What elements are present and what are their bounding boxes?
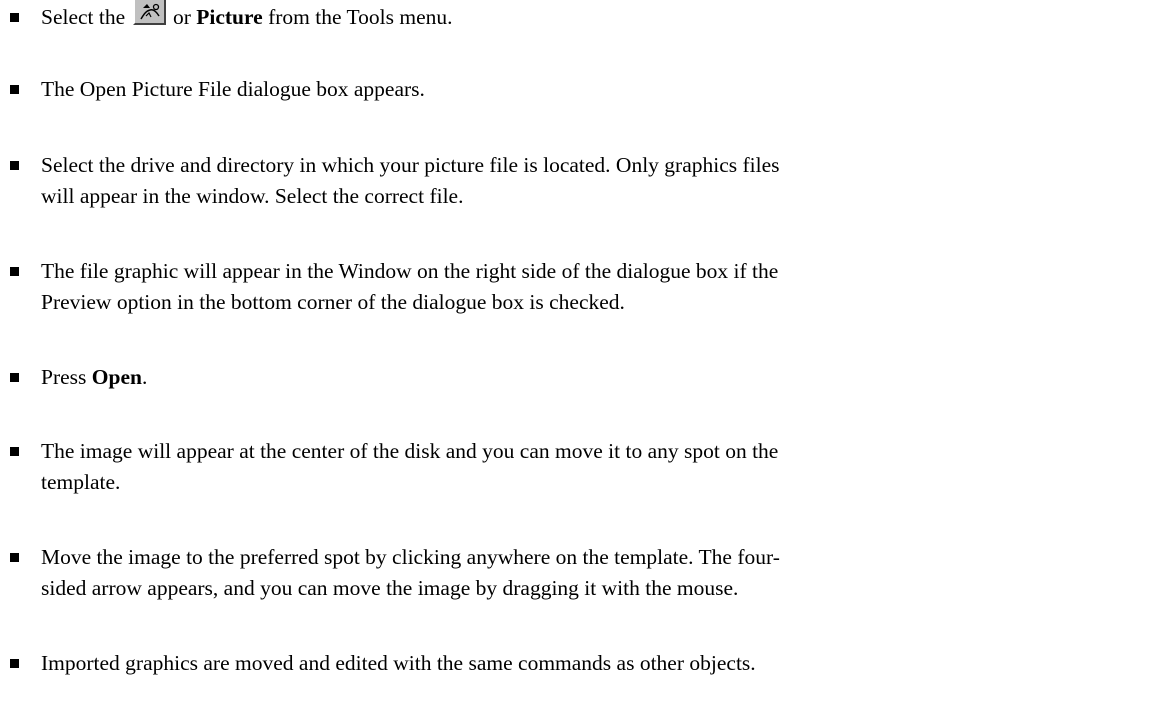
bullet-square-icon <box>10 13 19 22</box>
list-item-text-line-1: Move the image to the preferred spot by … <box>41 545 780 569</box>
bullet-square-icon <box>10 373 19 382</box>
list-item-text: Press Open. <box>41 362 1166 393</box>
list-item-text-line-2: Preview option in the bottom corner of t… <box>41 290 625 314</box>
bullet-square-icon <box>10 553 19 562</box>
picture-tool-icon <box>132 0 166 25</box>
list-item-text-line-1: Select the drive and directory in which … <box>41 153 780 177</box>
bullet-square-icon <box>10 161 19 170</box>
document-page: Select the or Picture from the Tools men… <box>0 0 1170 712</box>
text-segment: . <box>141 365 148 389</box>
text-segment: from the Tools menu. <box>262 5 453 29</box>
bullet-square-icon <box>10 267 19 276</box>
emphasis-open: Open <box>91 365 142 389</box>
bullet-square-icon <box>10 659 19 668</box>
text-segment: Select the <box>41 5 131 29</box>
list-item-text: The Open Picture File dialogue box appea… <box>41 77 425 101</box>
list-item-text-line-2: will appear in the window. Select the co… <box>41 184 464 208</box>
emphasis-picture: Picture <box>196 5 263 29</box>
list-item-text: Select the or Picture from the Tools men… <box>41 0 1166 33</box>
list-item-text: Imported graphics are moved and edited w… <box>41 651 756 675</box>
bullet-square-icon <box>10 85 19 94</box>
text-segment: Press <box>41 365 92 389</box>
list-item-text-line-2: template. <box>41 470 121 494</box>
list-item-text-line-1: The image will appear at the center of t… <box>41 439 779 463</box>
text-segment: or <box>167 5 197 29</box>
bullet-square-icon <box>10 447 19 456</box>
list-item-text-line-2: sided arrow appears, and you can move th… <box>41 576 739 600</box>
list-item-text-line-1: The file graphic will appear in the Wind… <box>41 259 779 283</box>
